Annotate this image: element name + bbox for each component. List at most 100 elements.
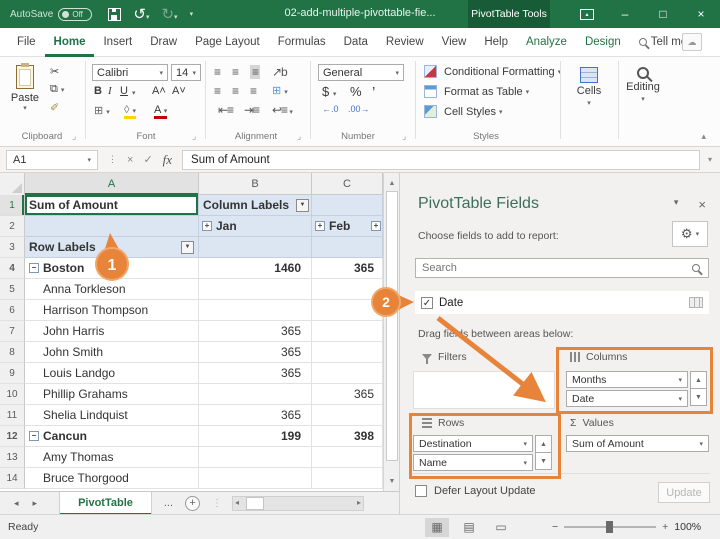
grow-font-button[interactable]: A˄ [152,85,166,97]
cell-b5[interactable] [199,279,312,300]
maximize-button[interactable]: □ [644,0,682,28]
jan-expand-icon[interactable]: + [202,221,212,231]
collapse-icon-boston[interactable]: − [29,263,39,273]
column-header-b[interactable]: B [199,173,312,195]
vertical-scroll-thumb[interactable] [386,191,398,461]
cell-c2[interactable]: + Feb + [312,216,383,237]
zoom-out-icon[interactable]: − [552,521,558,533]
number-format-select[interactable]: General ▾ [318,64,404,81]
rows-spin-up-icon[interactable]: ▲ [535,435,552,453]
tools-button[interactable]: ⚙ ▾ [672,221,708,247]
paste-button[interactable]: Paste ▾ [8,63,42,125]
select-all-corner[interactable] [0,173,25,195]
tab-view[interactable]: View [433,28,476,57]
values-field-sum-of-amount[interactable]: Sum of Amount ▾ [566,435,709,452]
row-header-3[interactable]: 3 [0,237,25,258]
customize-qat-icon[interactable]: ▾ [190,10,194,18]
filters-drop-area[interactable] [413,371,555,409]
font-dialog-launcher[interactable]: ⌟ [192,131,196,142]
copy-button[interactable]: ⧉ ▾ [50,83,64,96]
horizontal-scrollbar[interactable]: ◂ ▸ [232,495,365,511]
sheet-nav-left-icon[interactable]: ◂ [14,498,19,509]
row-header-4[interactable]: 4 [0,258,25,279]
rows-field-destination[interactable]: Destination ▾ [413,435,533,452]
cell-b14[interactable] [199,468,312,489]
zoom-in-icon[interactable]: + [662,521,668,533]
editing-button[interactable]: Editing ▾ [620,63,666,125]
cell-a6[interactable]: Harrison Thompson [25,300,199,321]
row-header-6[interactable]: 6 [0,300,25,321]
columns-spin-up-icon[interactable]: ▲ [690,371,707,389]
columns-field-date[interactable]: Date ▾ [566,390,688,407]
date-checkbox[interactable]: ✓ [421,296,433,309]
cell-c14[interactable] [312,468,383,489]
row-header-7[interactable]: 7 [0,321,25,342]
top-align-icon[interactable]: ≡ [214,65,221,79]
vertical-scrollbar[interactable]: ▲ ▼ [383,173,399,491]
tab-draw[interactable]: Draw [141,28,186,57]
cell-a3[interactable]: Row Labels ▼ [25,237,199,258]
percent-style-button[interactable]: % [350,84,362,99]
format-as-table-button[interactable]: Format as Table ▾ [424,85,529,98]
align-left-icon[interactable]: ≡ [214,84,221,98]
close-button[interactable]: × [682,0,720,28]
row-header-11[interactable]: 11 [0,405,25,426]
cell-a13[interactable]: Amy Thomas [25,447,199,468]
rows-field-name[interactable]: Name ▾ [413,454,533,471]
scroll-down-icon[interactable]: ▼ [384,473,399,489]
row-header-8[interactable]: 8 [0,342,25,363]
name-box[interactable]: A1 ▾ [6,149,98,170]
column-header-a[interactable]: A [25,173,199,195]
cell-a10[interactable]: Phillip Grahams [25,384,199,405]
borders-button[interactable]: ⊞ ▾ [94,104,110,117]
cell-c10[interactable]: 365 [312,384,383,405]
cell-c6[interactable] [312,300,383,321]
row-header-5[interactable]: 5 [0,279,25,300]
zoom-slider-handle[interactable] [606,521,614,533]
bold-button[interactable]: B [94,85,102,97]
decrease-indent-icon[interactable]: ⇤≡ [218,103,234,117]
confirm-entry-icon[interactable]: ✓ [143,153,152,166]
increase-indent-icon[interactable]: ⇥≡ [244,103,260,117]
cell-a9[interactable]: Louis Landgo [25,363,199,384]
cell-c3[interactable] [312,237,383,258]
increase-decimal-button[interactable]: ←.0 [322,104,339,114]
cell-c1[interactable] [312,195,383,216]
center-icon[interactable]: ≡ [232,84,239,98]
align-right-icon[interactable]: ≡ [250,84,257,98]
scroll-up-icon[interactable]: ▲ [384,175,399,191]
tab-home[interactable]: Home [45,28,95,57]
cell-c11[interactable] [312,405,383,426]
search-input[interactable] [416,262,692,274]
expand-formula-bar-icon[interactable]: ▾ [708,155,712,164]
tab-file[interactable]: File [8,28,45,57]
update-button[interactable]: Update [658,482,710,503]
tab-split-handle[interactable]: ⋮ [212,498,222,509]
format-painter-button[interactable]: ✐ [50,101,59,114]
decrease-decimal-button[interactable]: .00→ [348,104,370,114]
underline-button[interactable]: U [120,85,128,97]
row-header-12[interactable]: 12 [0,426,25,447]
cell-a2[interactable] [25,216,199,237]
defer-layout-checkbox[interactable] [415,485,427,497]
row-header-10[interactable]: 10 [0,384,25,405]
clipboard-dialog-launcher[interactable]: ⌟ [72,131,76,142]
cell-c5[interactable] [312,279,383,300]
tab-data[interactable]: Data [335,28,377,57]
columns-field-months[interactable]: Months ▾ [566,371,688,388]
cell-b3[interactable] [199,237,312,258]
cell-b10[interactable] [199,384,312,405]
columns-spin-down-icon[interactable]: ▼ [690,388,707,406]
sheet-nav-right-icon[interactable]: ▸ [33,498,38,509]
share-button[interactable]: ☁ [682,33,702,51]
orientation-icon[interactable]: ↗b [272,65,288,79]
horizontal-scroll-thumb[interactable] [246,496,265,510]
rows-spin-down-icon[interactable]: ▼ [535,452,552,470]
cell-b13[interactable] [199,447,312,468]
cut-button[interactable]: ✂ [50,65,59,78]
sheet-tab-pivottable[interactable]: PivotTable [59,491,152,515]
cell-a7[interactable]: John Harris [25,321,199,342]
feb-expand-icon[interactable]: + [315,221,325,231]
cells-button[interactable]: Cells ▾ [566,63,612,125]
cell-b8[interactable]: 365 [199,342,312,363]
